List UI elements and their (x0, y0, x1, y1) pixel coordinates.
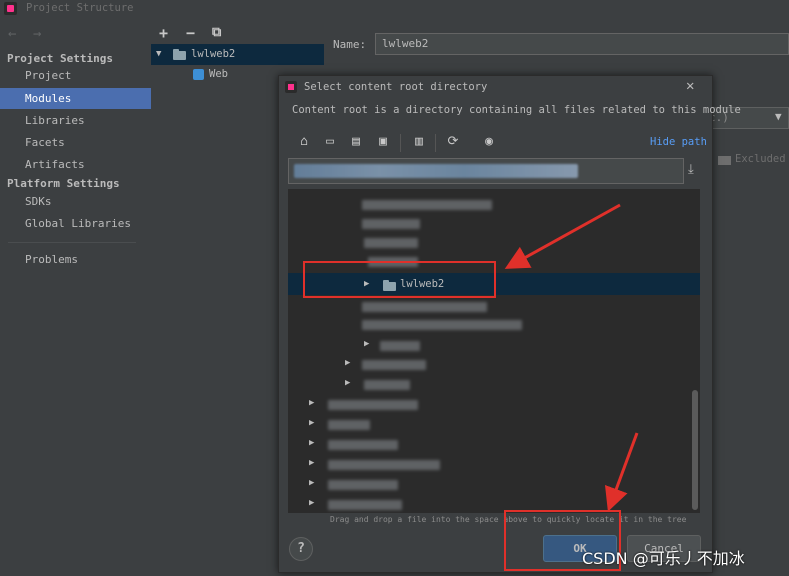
annotation-arrow-folder (504, 203, 621, 269)
annotation-arrow-ok (604, 432, 639, 512)
annotation-arrows (504, 203, 639, 512)
csdn-watermark: CSDN @可乐丿不加冰 (582, 549, 745, 568)
